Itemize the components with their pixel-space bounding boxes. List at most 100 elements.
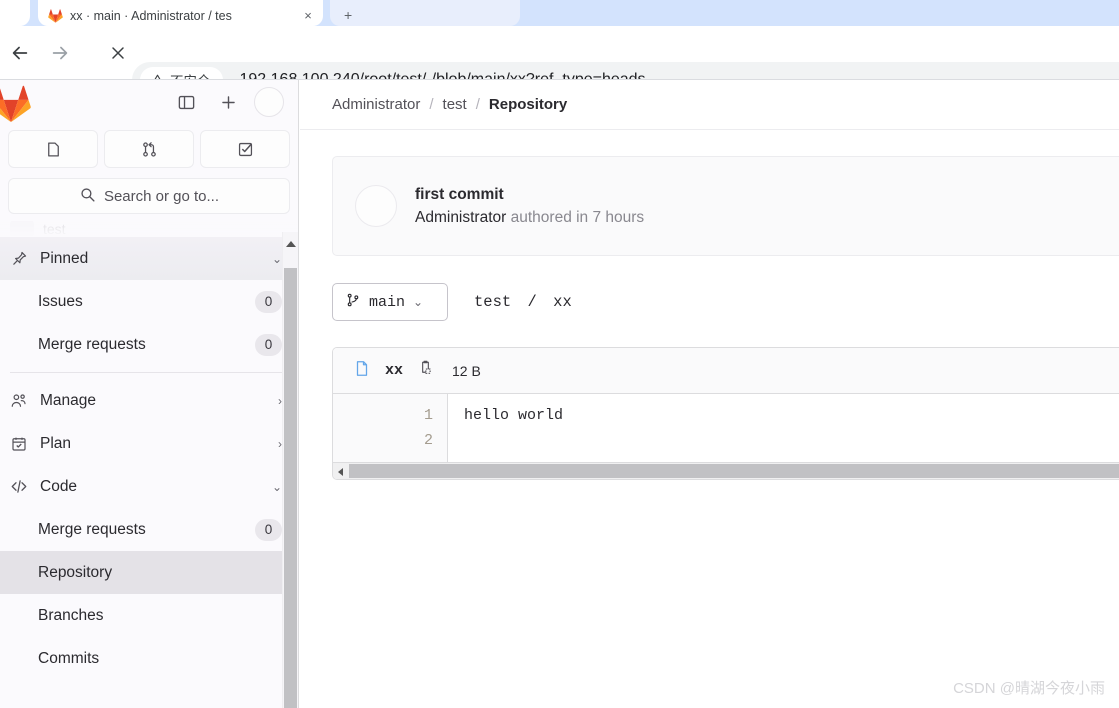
- file-viewer-panel: xx 12 B 1 2 hello world: [332, 347, 1119, 480]
- commit-message[interactable]: first commit: [415, 186, 644, 204]
- todo-checkbox-icon[interactable]: [200, 130, 290, 168]
- sidebar-item-issues[interactable]: Issues 0: [0, 280, 298, 323]
- browser-tabstrip: xx · main · Administrator / tes × +: [0, 0, 1119, 26]
- avatar-icon[interactable]: [254, 87, 284, 117]
- branch-selector-dropdown[interactable]: main ⌄: [332, 283, 448, 321]
- sidebar-context-faded: test: [0, 221, 298, 237]
- path-part-project[interactable]: test: [474, 293, 511, 311]
- sidebar-item-manage[interactable]: Manage ›: [0, 379, 298, 422]
- sidebar-scrollbar[interactable]: [282, 232, 298, 708]
- scrollbar-thumb[interactable]: [284, 268, 297, 708]
- line-number[interactable]: 1: [333, 403, 433, 428]
- search-input[interactable]: Search or go to...: [8, 178, 290, 214]
- commit-authored-time: authored in 7 hours: [506, 208, 645, 226]
- sidebar-item-label: Code: [40, 477, 78, 495]
- copy-path-icon[interactable]: [417, 359, 434, 382]
- ref-and-path-bar: main ⌄ test / xx: [332, 283, 1119, 321]
- breadcrumb-separator: /: [475, 96, 480, 113]
- path-part-file: xx: [553, 293, 572, 311]
- browser-toolbar: 不安全 192.168.100.240/root/test/-/blob/mai…: [0, 26, 1119, 98]
- commit-author-name[interactable]: Administrator: [415, 209, 506, 226]
- breadcrumb-item-namespace[interactable]: Administrator: [332, 96, 420, 113]
- merge-request-icon[interactable]: [104, 130, 194, 168]
- sidebar-item-merge-requests-pinned[interactable]: Merge requests 0: [0, 323, 298, 366]
- forward-button[interactable]: [40, 33, 80, 73]
- sidebar-item-label: Manage: [40, 391, 97, 409]
- watermark: CSDN @晴湖今夜小雨: [953, 680, 1105, 697]
- code-merge-requests-count-badge: 0: [255, 518, 282, 541]
- scroll-left-arrow-icon[interactable]: [338, 468, 343, 476]
- pin-icon: [10, 250, 28, 268]
- sidebar-item-label: Pinned: [40, 249, 89, 267]
- search-placeholder: Search or go to...: [103, 187, 220, 205]
- chevron-down-icon: ⌄: [413, 295, 424, 309]
- sidebar-item-label: Commits: [38, 649, 100, 667]
- plus-icon[interactable]: [212, 86, 244, 118]
- path-separator: /: [527, 293, 537, 311]
- breadcrumb-separator: /: [429, 96, 434, 113]
- chevron-down-icon: ⌄: [271, 479, 282, 494]
- sidebar-header: [0, 80, 298, 128]
- file-header: xx 12 B: [333, 348, 1119, 394]
- line-number-gutter: 1 2: [333, 394, 448, 462]
- commit-meta: Administrator authored in 7 hours: [415, 209, 644, 227]
- merge-requests-count-badge: 0: [255, 333, 282, 356]
- current-branch-name: main: [369, 293, 406, 311]
- sidebar-item-pinned[interactable]: Pinned ⌄: [0, 237, 298, 280]
- panel-icon[interactable]: [170, 86, 202, 118]
- sidebar-item-commits[interactable]: Commits: [0, 637, 298, 680]
- sidebar-item-branches[interactable]: Branches: [0, 594, 298, 637]
- sidebar-item-label: Repository: [38, 563, 113, 581]
- project-avatar-chip: [10, 221, 34, 237]
- breadcrumb-item-project[interactable]: test: [443, 96, 467, 113]
- sidebar-item-label: Plan: [40, 434, 72, 452]
- gitlab-tanuki-icon: [48, 9, 63, 23]
- line-number[interactable]: 2: [333, 428, 433, 453]
- code-icon: [10, 478, 28, 496]
- sidebar-divider: [10, 372, 282, 373]
- code-horizontal-scrollbar[interactable]: [333, 462, 1119, 479]
- browser-tab-title: xx · main · Administrator / tes: [70, 9, 232, 23]
- new-tab-button[interactable]: +: [330, 0, 520, 26]
- branch-icon: [345, 292, 361, 313]
- sidebar-item-label: Merge requests: [38, 335, 146, 353]
- gitlab-sidebar: Search or go to... test Pinned ⌄ Issues …: [0, 80, 299, 708]
- breadcrumb-item-current: Repository: [488, 96, 568, 113]
- sidebar-nav-list: Pinned ⌄ Issues 0 Merge requests 0 Manag…: [0, 237, 298, 680]
- sidebar-item-plan[interactable]: Plan ›: [0, 422, 298, 465]
- issues-count-badge: 0: [255, 290, 282, 313]
- sidebar-item-label: Issues: [38, 292, 83, 310]
- code-line: hello world: [464, 407, 564, 424]
- code-content[interactable]: hello world: [448, 394, 1119, 462]
- horizontal-scrollbar-thumb[interactable]: [349, 464, 1119, 478]
- commit-author-avatar: [355, 185, 397, 227]
- gitlab-app: Search or go to... test Pinned ⌄ Issues …: [0, 80, 1119, 708]
- users-icon: [10, 392, 28, 410]
- previous-tab[interactable]: [0, 0, 30, 26]
- sidebar-item-merge-requests[interactable]: Merge requests 0: [0, 508, 298, 551]
- sidebar-header-actions: [170, 86, 284, 118]
- scroll-up-arrow-icon[interactable]: [286, 241, 296, 247]
- close-tab-icon[interactable]: ×: [301, 9, 315, 23]
- file-name: xx: [385, 362, 404, 379]
- file-size: 12 B: [452, 362, 481, 379]
- breadcrumb: Administrator / test / Repository: [300, 80, 1119, 130]
- code-viewer: 1 2 hello world: [333, 394, 1119, 462]
- sidebar-item-code[interactable]: Code ⌄: [0, 465, 298, 508]
- issue-icon[interactable]: [8, 130, 98, 168]
- stop-loading-button[interactable]: [98, 33, 138, 73]
- file-path-breadcrumb: test / xx: [474, 293, 572, 311]
- sidebar-item-label: Branches: [38, 606, 104, 624]
- project-name-faded: test: [43, 221, 66, 237]
- file-doc-icon: [353, 359, 371, 383]
- repository-panels: first commit Administrator authored in 7…: [300, 130, 1119, 480]
- browser-tab-active[interactable]: xx · main · Administrator / tes ×: [38, 0, 323, 26]
- commit-text-block: first commit Administrator authored in 7…: [415, 186, 644, 227]
- back-button[interactable]: [0, 33, 40, 73]
- chevron-down-icon: ⌄: [271, 251, 282, 266]
- calendar-icon: [10, 435, 28, 453]
- search-icon: [79, 186, 96, 207]
- sidebar-item-repository[interactable]: Repository: [0, 551, 298, 594]
- gitlab-logo[interactable]: [0, 85, 32, 123]
